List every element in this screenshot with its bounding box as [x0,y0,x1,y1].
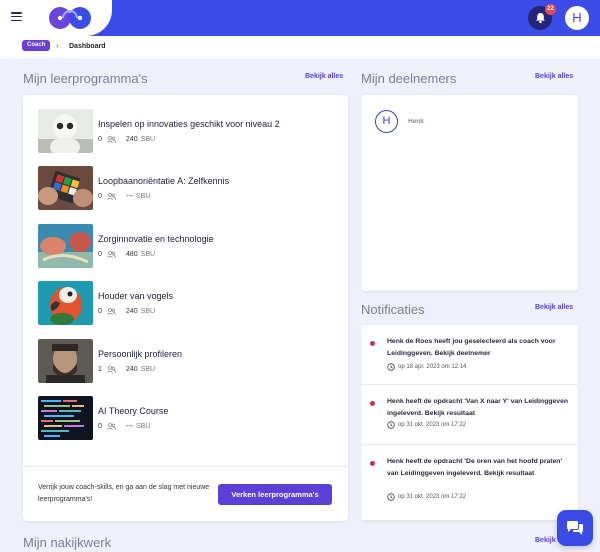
program-title: Inspelen op innovaties geschikt voor niv… [98,119,280,129]
explore-programs-button[interactable]: Verken leerprogramma's [218,484,332,505]
programs-card-footer: Verrijk jouw coach-skills, en ga aan de … [23,466,348,521]
people-icon [107,193,117,201]
notifications-card: Henk de Roos heeft jou geselecteerd als … [361,325,578,521]
program-item[interactable]: Loopbaanoriëntatie A: Zelfkennis 0 --- SBU [23,166,348,223]
notification-item[interactable]: Henk de Roos heeft jou geselecteerd als … [361,325,578,385]
people-icon [107,308,117,316]
participant-name: Henk [408,118,424,125]
program-item[interactable]: Inspelen op innovaties geschikt voor niv… [23,109,348,166]
program-thumbnail [38,281,93,326]
program-thumbnail [38,395,93,440]
program-thumbnail [38,338,93,383]
programs-card: Inspelen op innovaties geschikt voor niv… [23,95,348,521]
program-meta: 0 240 SBU [98,136,155,143]
program-meta: 0 --- SBU [98,423,150,430]
program-title: AI Theory Course [98,405,169,416]
clock-icon [387,363,395,371]
logo[interactable] [48,6,94,30]
programs-view-all-link[interactable]: Bekijk alles [305,73,343,80]
unread-dot-icon [370,341,375,346]
chat-button[interactable] [557,510,593,546]
unread-dot-icon [370,461,375,466]
program-thumbnail [38,166,93,211]
notification-item[interactable]: Henk heeft de opdracht 'Van X naar Y' va… [361,385,578,445]
participant-item[interactable]: H Henk [375,110,424,133]
program-item[interactable]: Persoonlijk profileren 1 240 SBU [23,338,348,396]
notification-count-badge: 22 [545,4,556,15]
sbu-unit: SBU [140,250,156,258]
program-item[interactable]: Houder van vogels 0 240 SBU [23,281,348,338]
sbu-value: 240 [126,308,138,316]
participant-count: 0 [98,136,102,143]
program-meta: 0 --- SBU [98,193,150,200]
sbu-unit: SBU [140,136,156,143]
program-item[interactable]: Zorginnovatie en technologie 0 480 SBU [23,223,348,281]
program-meta: 0 240 SBU [98,308,155,315]
program-thumbnail [38,109,93,153]
sbu-value: --- [126,422,133,430]
program-thumbnail [38,223,93,268]
notification-timestamp: op 31 okt. 2023 om 17:22 [398,422,467,428]
sbu-value: 240 [126,365,138,373]
breadcrumb-chevron-icon: › [56,41,59,50]
participant-count: 0 [98,308,102,316]
notification-timestamp: op 18 apr. 2023 om 12:14 [398,364,467,370]
participants-view-all-link[interactable]: Bekijk alles [535,73,573,80]
participant-avatar: H [375,110,398,133]
breadcrumb-current: Dashboard [69,43,106,50]
program-item[interactable]: AI Theory Course 0 --- SBU [23,395,348,453]
notification-timestamp: op 31 okt. 2023 om 17:22 [398,494,467,500]
participant-count: 0 [98,193,102,201]
breadcrumb-role-badge[interactable]: Coach [22,40,51,51]
notification-time: op 18 apr. 2023 om 12:14 [387,363,466,371]
unread-dot-icon [370,401,375,406]
notification-text: Henk heeft de opdracht 'De oren van het … [387,458,563,477]
notifications-view-all-link[interactable]: Bekijk alles [535,304,573,311]
clock-icon [387,493,395,501]
programs-title: Mijn leerprogramma's [23,71,148,86]
sbu-unit: SBU [136,193,151,201]
people-icon [107,423,117,430]
participant-count: 0 [98,250,102,258]
program-title: Persoonlijk profileren [98,348,183,359]
user-avatar[interactable]: H [565,6,589,30]
people-icon [107,365,117,373]
sbu-unit: SBU [140,365,156,373]
notification-text: Henk heeft de opdracht 'Van X naar Y' va… [387,398,569,417]
sbu-unit: SBU [136,422,151,430]
sbu-value: 480 [126,250,138,258]
participants-title: Mijn deelnemers [361,71,457,86]
sbu-value: --- [126,193,133,201]
hamburger-menu-icon[interactable] [11,12,22,22]
grading-title: Mijn nakijkwerk [23,535,112,550]
program-meta: 1 240 SBU [98,366,155,373]
program-meta: 0 480 SBU [98,251,155,258]
program-list: Inspelen op innovaties geschikt voor niv… [23,109,348,453]
clock-icon [387,421,395,429]
program-title: Loopbaanoriëntatie A: Zelfkennis [98,176,230,187]
participant-count: 0 [98,422,102,430]
people-icon [107,136,117,143]
participants-card: H Henk [361,95,578,291]
notification-item[interactable]: Henk heeft de opdracht 'De oren van het … [361,445,578,521]
notifications-title: Notificaties [361,302,425,317]
people-icon [107,250,117,258]
sbu-unit: SBU [140,308,156,316]
sbu-value: 240 [126,136,138,143]
participant-count: 1 [98,365,102,373]
notification-time: op 31 okt. 2023 om 17:22 [387,421,466,429]
explore-text: Verrijk jouw coach-skills, en ga aan de … [38,484,210,503]
chat-icon [567,521,583,535]
program-title: Zorginnovatie en technologie [98,233,214,244]
notification-time: op 31 okt. 2023 om 17:22 [387,493,466,501]
program-title: Houder van vogels [98,291,174,302]
notification-text: Henk de Roos heeft jou geselecteerd als … [387,338,556,357]
